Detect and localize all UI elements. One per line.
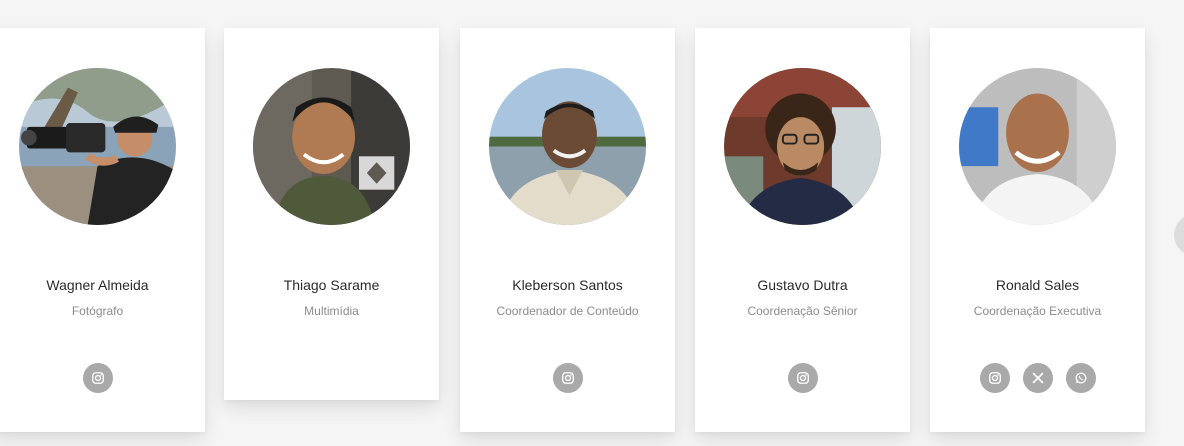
instagram-button[interactable] [82, 363, 113, 393]
carousel-next-button[interactable] [1174, 214, 1184, 256]
member-name: Gustavo Dutra [757, 277, 848, 293]
team-card-gustavo-dutra: Gustavo Dutra Coordenação Sênior [695, 28, 910, 432]
member-role: Fotógrafo [71, 304, 124, 318]
member-role: Multimídia [304, 304, 359, 318]
avatar [19, 68, 176, 225]
photo-man-river [489, 68, 646, 225]
whatsapp-icon [1075, 372, 1086, 384]
team-card-wagner-almeida: Wagner Almeida Fotógrafo [0, 28, 205, 432]
member-name: Wagner Almeida [46, 277, 149, 293]
member-role: Coordenador de Conteúdo [496, 304, 639, 318]
member-name: Ronald Sales [995, 277, 1080, 293]
photo-photographer [19, 68, 176, 225]
whatsapp-button[interactable] [1065, 363, 1096, 393]
x-icon [1032, 372, 1043, 384]
photo-man-curly-hair [724, 68, 881, 225]
team-carousel: Wagner Almeida Fotógrafo Thiago Sarame M… [0, 0, 1184, 446]
team-card-ronald-sales: Ronald Sales Coordenação Executiva [930, 28, 1145, 432]
instagram-icon [796, 372, 809, 384]
team-card-kleberson-santos: Kleberson Santos Coordenador de Conteúdo [460, 28, 675, 432]
avatar [489, 68, 646, 225]
member-name: Kleberson Santos [512, 277, 623, 293]
member-role: Coordenação Sênior [747, 304, 858, 318]
instagram-icon [988, 372, 1001, 384]
social-links [460, 363, 675, 393]
avatar [253, 68, 410, 225]
member-role: Coordenação Executiva [973, 304, 1102, 318]
instagram-icon [561, 372, 574, 384]
team-card-thiago-sarame: Thiago Sarame Multimídia [224, 28, 439, 400]
x-twitter-button[interactable] [1022, 363, 1053, 393]
avatar [959, 68, 1116, 225]
social-links [930, 363, 1145, 393]
social-links [695, 363, 910, 393]
instagram-button[interactable] [787, 363, 818, 393]
social-links [0, 363, 205, 393]
member-name: Thiago Sarame [283, 277, 380, 293]
photo-man-truck [253, 68, 410, 225]
instagram-button[interactable] [552, 363, 583, 393]
avatar [724, 68, 881, 225]
instagram-icon [91, 372, 104, 384]
instagram-button[interactable] [979, 363, 1010, 393]
photo-man-white-shirt [959, 68, 1116, 225]
